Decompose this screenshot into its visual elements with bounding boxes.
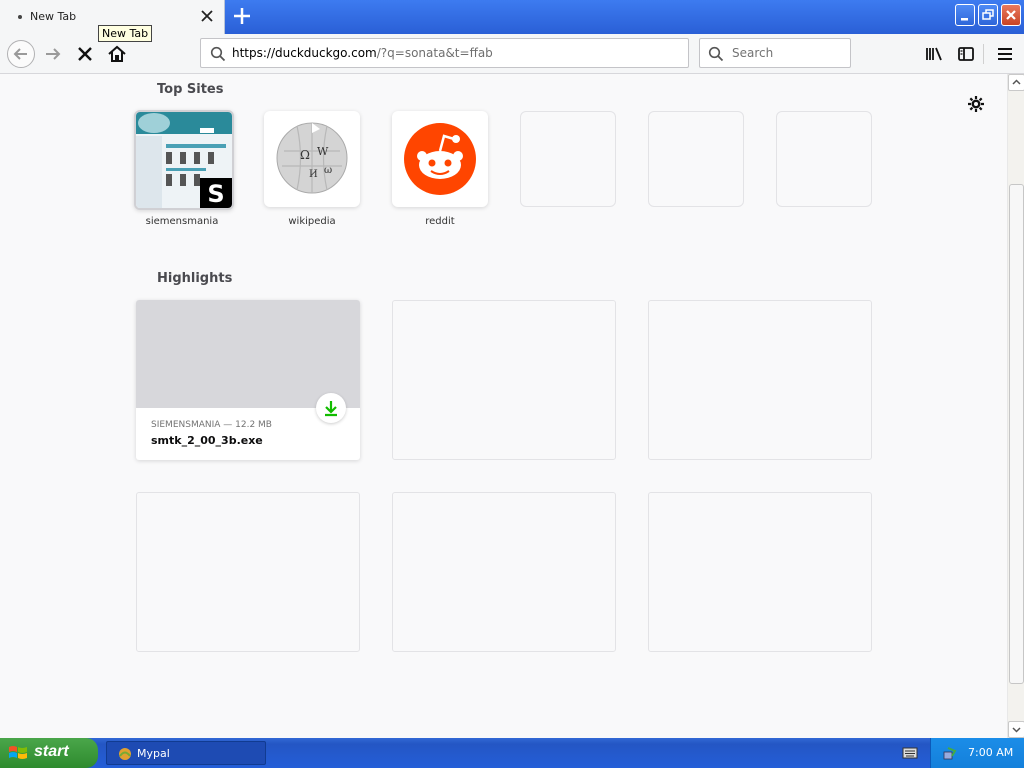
taskbar-item-mypal[interactable]: Mypal bbox=[106, 741, 266, 765]
top-site-siemensmania[interactable]: S bbox=[134, 110, 234, 210]
tab-title: New Tab bbox=[30, 10, 77, 23]
keyboard-icon[interactable] bbox=[902, 746, 918, 760]
url-text: https://duckduckgo.com/?q=sonata&t=ffab bbox=[232, 46, 493, 60]
highlight-card-download[interactable]: SIEMENSMANIA — 12.2 MB smtk_2_00_3b.exe bbox=[136, 300, 360, 460]
scroll-down-button[interactable] bbox=[1008, 721, 1024, 738]
minimize-icon bbox=[961, 18, 968, 21]
highlight-card-empty bbox=[392, 300, 616, 460]
svg-text:Ω: Ω bbox=[300, 148, 310, 162]
restore-icon bbox=[982, 9, 994, 20]
search-icon bbox=[210, 46, 226, 62]
svg-text:И: И bbox=[309, 169, 318, 180]
search-icon bbox=[708, 46, 724, 62]
highlight-card-empty bbox=[648, 492, 872, 652]
url-path: /?q=sonata&t=ffab bbox=[376, 46, 493, 60]
wikipedia-globe-icon: Ω W И ω bbox=[276, 122, 348, 194]
reddit-alien-icon bbox=[404, 123, 476, 195]
svg-text:S: S bbox=[207, 180, 224, 208]
down-arrow-icon bbox=[1012, 727, 1021, 733]
highlight-title: smtk_2_00_3b.exe bbox=[151, 434, 263, 447]
highlight-card-empty bbox=[392, 492, 616, 652]
highlight-meta: SIEMENSMANIA — 12.2 MB bbox=[151, 420, 272, 430]
up-arrow-icon bbox=[1012, 79, 1021, 85]
toolbar-separator bbox=[983, 44, 984, 64]
top-site-empty bbox=[520, 111, 616, 207]
sidebar-icon[interactable] bbox=[954, 42, 978, 66]
tab-strip: New Tab bbox=[0, 0, 1024, 34]
clock: 7:00 AM bbox=[968, 746, 1014, 759]
close-window-icon bbox=[1006, 10, 1016, 20]
gear-icon[interactable] bbox=[966, 94, 986, 114]
top-site-reddit[interactable] bbox=[392, 111, 488, 207]
mypal-app-icon bbox=[119, 748, 131, 760]
search-box[interactable]: Search bbox=[699, 38, 851, 68]
minimize-button[interactable] bbox=[955, 4, 975, 26]
top-sites-heading: Top Sites bbox=[157, 82, 224, 97]
taskbar-item-label: Mypal bbox=[137, 747, 170, 760]
site-thumbnail-screenshot: S bbox=[136, 112, 232, 208]
tab-tooltip: New Tab bbox=[98, 25, 153, 42]
highlight-card-empty bbox=[136, 492, 360, 652]
windows-flag-icon bbox=[9, 746, 27, 759]
close-window-button[interactable] bbox=[1001, 4, 1021, 26]
highlight-card-empty bbox=[648, 300, 872, 460]
start-button[interactable]: start bbox=[0, 738, 98, 768]
download-badge bbox=[316, 393, 346, 423]
download-arrow-icon bbox=[325, 401, 337, 417]
top-site-label: wikipedia bbox=[288, 216, 336, 227]
search-placeholder: Search bbox=[732, 46, 774, 60]
url-host: https://duckduckgo.com bbox=[232, 46, 377, 60]
stop-loading-icon[interactable] bbox=[73, 42, 97, 66]
top-site-wikipedia[interactable]: Ω W И ω bbox=[264, 111, 360, 207]
top-site-label: siemensmania bbox=[145, 216, 219, 227]
vertical-scrollbar[interactable] bbox=[1007, 74, 1024, 738]
svg-text:ω: ω bbox=[324, 165, 332, 176]
url-bar[interactable]: https://duckduckgo.com/?q=sonata&t=ffab bbox=[200, 38, 689, 68]
close-tab-icon[interactable] bbox=[199, 8, 215, 24]
restore-button[interactable] bbox=[978, 4, 998, 26]
network-icon[interactable] bbox=[942, 745, 958, 761]
loading-dot-icon bbox=[18, 15, 22, 19]
new-tab-plus-icon[interactable] bbox=[232, 6, 252, 26]
start-label: start bbox=[34, 743, 69, 760]
svg-text:W: W bbox=[317, 145, 329, 158]
top-site-empty bbox=[776, 111, 872, 207]
forward-arrow-icon[interactable] bbox=[41, 42, 65, 66]
taskbar: start Mypal 7:00 AM bbox=[0, 738, 1024, 768]
top-site-label: reddit bbox=[425, 216, 455, 227]
back-arrow-icon bbox=[13, 48, 27, 60]
top-site-empty bbox=[648, 111, 744, 207]
hamburger-menu-icon[interactable] bbox=[993, 42, 1017, 66]
navigation-toolbar: https://duckduckgo.com/?q=sonata&t=ffab … bbox=[0, 34, 1024, 74]
highlights-heading: Highlights bbox=[157, 271, 233, 286]
home-icon[interactable] bbox=[105, 42, 129, 66]
library-icon[interactable] bbox=[922, 42, 946, 66]
back-button[interactable] bbox=[7, 40, 35, 68]
scroll-up-button[interactable] bbox=[1008, 74, 1024, 91]
system-tray: 7:00 AM bbox=[930, 738, 1024, 768]
scroll-thumb[interactable] bbox=[1009, 184, 1024, 684]
new-tab-page: Top Sites S siemensmania Ω W И ω wikiped… bbox=[0, 75, 1006, 738]
highlight-thumbnail bbox=[136, 300, 360, 408]
